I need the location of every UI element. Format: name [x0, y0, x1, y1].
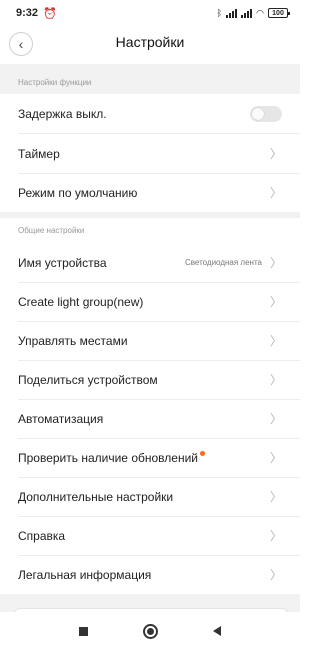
- circle-home-icon[interactable]: [143, 623, 158, 639]
- row-check-updates[interactable]: Проверить наличие обновлений 〉: [0, 438, 300, 477]
- section-separator: [0, 212, 300, 218]
- row-label: Автоматизация: [18, 411, 104, 426]
- section-label-function: Настройки функции: [18, 78, 92, 87]
- row-share-device[interactable]: Поделиться устройством 〉: [0, 360, 300, 399]
- row-label: Проверить наличие обновлений: [18, 450, 198, 465]
- chevron-right-icon: 〉: [269, 147, 282, 161]
- row-label: Поделиться устройством: [18, 372, 158, 387]
- row-label: Управлять местами: [18, 333, 128, 348]
- row-manage-places[interactable]: Управлять местами 〉: [0, 321, 300, 360]
- row-create-light-group[interactable]: Create light group(new) 〉: [0, 282, 300, 321]
- update-dot-badge: [199, 450, 205, 456]
- status-time: 9:32: [16, 7, 39, 19]
- signal-icon-2: [241, 8, 253, 18]
- chevron-right-icon: 〉: [269, 490, 282, 504]
- chevron-right-icon: 〉: [269, 334, 282, 348]
- signal-icon: [226, 8, 238, 18]
- row-legal-info[interactable]: Легальная информация 〉: [0, 555, 300, 594]
- chevron-right-icon: 〉: [269, 412, 282, 426]
- row-label: Справка: [18, 528, 66, 543]
- status-bar: 9:32 ⏰ ᛒ ◠ 100: [0, 0, 300, 26]
- row-label: Имя устройства: [18, 255, 107, 270]
- row-label: Задержка выкл.: [18, 106, 107, 121]
- row-label: Дополнительные настройки: [18, 489, 174, 504]
- row-label: Create light group(new): [18, 294, 144, 309]
- chevron-right-icon: 〉: [269, 529, 282, 543]
- device-name-value: Светодиодная лента: [184, 258, 262, 267]
- row-default-mode[interactable]: Режим по умолчанию 〉: [0, 173, 300, 212]
- row-timer[interactable]: Таймер 〉: [0, 134, 300, 173]
- delay-off-toggle[interactable]: [250, 105, 282, 122]
- chevron-right-icon: 〉: [269, 451, 282, 465]
- row-automation[interactable]: Автоматизация 〉: [0, 399, 300, 438]
- row-label: Режим по умолчанию: [18, 185, 138, 200]
- chevron-right-icon: 〉: [269, 256, 282, 270]
- row-device-name[interactable]: Имя устройства Светодиодная лента 〉: [0, 243, 300, 282]
- row-delay-off: Задержка выкл.: [0, 94, 300, 133]
- chevron-right-icon: 〉: [269, 373, 282, 387]
- header: ‹ Настройки: [0, 26, 300, 62]
- system-nav-bar: [0, 612, 300, 650]
- section-label-general: Общие настройки: [18, 226, 85, 235]
- alarm-clock-icon: ⏰: [43, 7, 57, 20]
- row-label: Таймер: [18, 146, 60, 161]
- chevron-right-icon: 〉: [269, 295, 282, 309]
- wifi-icon: ◠: [256, 7, 264, 18]
- square-recents-icon[interactable]: [79, 626, 88, 636]
- row-label: Легальная информация: [18, 567, 152, 582]
- bluetooth-icon: ᛒ: [216, 8, 223, 18]
- chevron-right-icon: 〉: [269, 568, 282, 582]
- battery-icon: 100: [268, 8, 290, 18]
- row-label-wrap: Проверить наличие обновлений: [18, 450, 270, 465]
- triangle-back-icon[interactable]: [213, 626, 221, 636]
- row-help[interactable]: Справка 〉: [0, 516, 300, 555]
- chevron-right-icon: 〉: [269, 186, 282, 200]
- page-title: Настройки: [115, 34, 185, 50]
- battery-level: 100: [272, 9, 284, 17]
- row-advanced-settings[interactable]: Дополнительные настройки 〉: [0, 477, 300, 516]
